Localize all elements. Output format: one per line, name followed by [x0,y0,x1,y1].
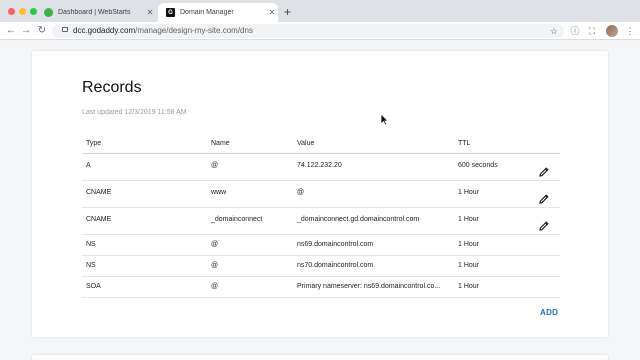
record-ttl: 1 Hour [454,180,534,208]
column-header-ttl: TTL [454,135,534,154]
profile-avatar[interactable] [606,25,618,37]
tab-title: Dashboard | WebStarts [58,9,131,16]
edit-pencil-icon[interactable] [538,166,550,178]
record-actions [534,153,560,181]
record-value: ns70.domaincontrol.com [293,255,454,277]
column-header-value: Value [293,135,454,154]
column-header-actions [534,135,560,154]
record-value: @ [293,180,454,208]
tab-strip: Dashboard | WebStarts ✕ G Domain Manager… [0,0,640,22]
tab-webstarts[interactable]: Dashboard | WebStarts ✕ [36,3,156,22]
table-row: NS @ ns69.domaincontrol.com 1 Hour [82,234,560,256]
table-row: SOA @ Primary nameserver: ns69.domaincontr… [82,276,560,298]
record-value: ns69.domaincontrol.com [293,234,454,256]
page-content: Records Last updated 12/3/2019 11:58 AM … [0,41,640,360]
record-type: CNAME [82,207,207,235]
record-value: Primary nameserver: ns69.domaincontrol.c… [293,276,454,298]
record-type: NS [82,234,207,256]
record-type: A [82,153,207,181]
secondary-card [32,355,608,360]
info-icon[interactable]: ⓘ [569,25,581,37]
record-type: CNAME [82,180,207,208]
minimize-window-button[interactable] [19,8,26,15]
table-row: CNAME _domainconnect _domainconnect.gd.dom… [82,207,560,235]
record-value: _domainconnect.gd.domaincontrol.com [293,207,454,235]
record-actions [534,255,560,277]
dns-records-table: Type Name Value TTL A @74.122.232.20 600 s… [82,135,560,298]
back-arrow-icon[interactable]: ← [4,24,18,38]
edit-pencil-icon[interactable] [538,193,550,205]
bookmark-star-icon[interactable]: ☆ [550,24,558,38]
edit-pencil-icon[interactable] [538,220,550,232]
lock-icon [62,27,68,33]
record-actions [534,180,560,208]
record-ttl: 1 Hour [454,276,534,298]
tab-title: Domain Manager [180,9,234,16]
column-header-name: Name [207,135,293,154]
address-bar[interactable]: dcc.godaddy.com/manage/design-my-site.co… [52,24,564,38]
record-ttl: 1 Hour [454,234,534,256]
table-header-row: Type Name Value TTL [82,135,560,154]
webstarts-favicon-icon [44,8,53,17]
record-actions [534,234,560,256]
close-tab-icon[interactable]: ✕ [266,8,278,17]
tab-domain-manager[interactable]: G Domain Manager ✕ [158,3,278,22]
record-value: 74.122.232.20 [293,153,454,181]
add-record-button[interactable]: ADD [540,308,558,317]
record-type: NS [82,255,207,277]
mouse-cursor-icon [381,114,389,126]
close-tab-icon[interactable]: ✕ [144,8,156,17]
extension-icon[interactable]: ⛶ [586,25,598,37]
browser-toolbar: ← → ↻ dcc.godaddy.com/manage/design-my-s… [0,22,640,40]
record-ttl: 1 Hour [454,207,534,235]
close-window-button[interactable] [8,8,15,15]
menu-kebab-icon[interactable]: ⋮ [624,25,636,37]
record-type: SOA [82,276,207,298]
page-title: Records [82,79,142,96]
reload-icon[interactable]: ↻ [35,24,49,38]
record-ttl: 600 seconds [454,153,534,181]
records-card: Records Last updated 12/3/2019 11:58 AM … [32,51,608,337]
record-actions [534,276,560,298]
url-host: dcc.godaddy.com [73,26,136,35]
record-name: @ [207,276,293,298]
last-updated-text: Last updated 12/3/2019 11:58 AM [82,109,187,116]
record-name: @ [207,234,293,256]
table-row: A @74.122.232.20 600 seconds [82,153,560,181]
url-path: /manage/design-my-site.com/dns [135,26,253,35]
record-name: @ [207,153,293,181]
table-row: CNAME www @1 Hour [82,180,560,208]
table-row: NS @ ns70.domaincontrol.com 1 Hour [82,255,560,277]
record-actions [534,207,560,235]
record-name: @ [207,255,293,277]
godaddy-favicon-icon: G [166,8,175,17]
record-name: www [207,180,293,208]
record-ttl: 1 Hour [454,255,534,277]
column-header-type: Type [82,135,207,154]
record-name: _domainconnect [207,207,293,235]
forward-arrow-icon[interactable]: → [19,24,33,38]
new-tab-button[interactable]: + [284,5,291,19]
